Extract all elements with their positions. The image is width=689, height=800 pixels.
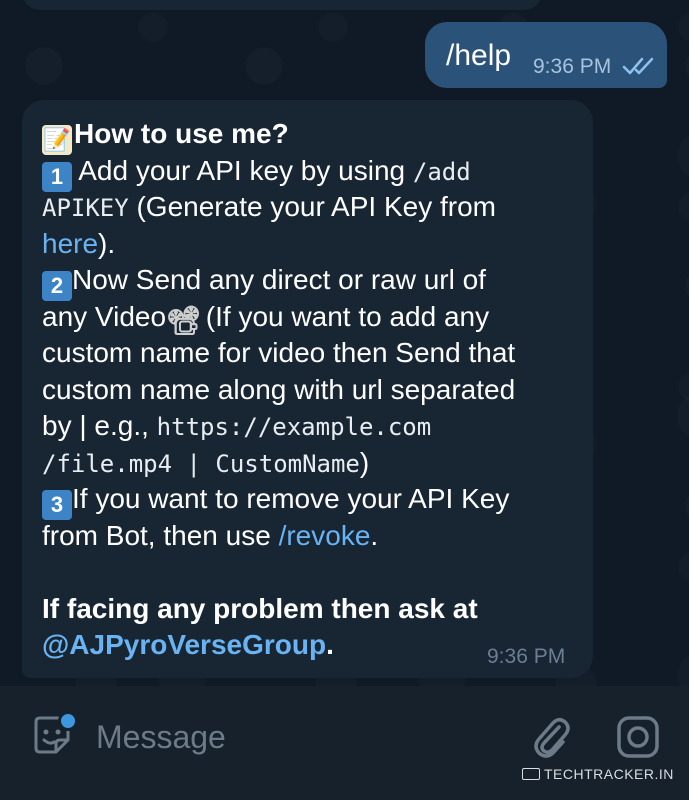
keycap-two-icon: 2: [42, 271, 72, 301]
command-text: /add: [412, 157, 471, 186]
message-text: custom name for video then Send that: [42, 337, 516, 368]
laptop-icon: [522, 768, 540, 780]
memo-icon: 📝: [42, 125, 72, 155]
message-line: by | e.g., https://example.com: [42, 408, 582, 445]
message-text: from Bot, then use: [42, 519, 279, 551]
incoming-message-bubble[interactable]: 📝 How to use me? 1 Add your API key by us…: [22, 100, 593, 678]
message-text: .: [326, 629, 334, 660]
outgoing-message-text: /help: [446, 39, 512, 72]
watermark: TECHTRACKER.IN: [522, 766, 674, 782]
message-text: custom name along with url separated: [42, 373, 516, 405]
message-line: from Bot, then use /revoke.: [42, 518, 582, 555]
previous-message-edge: [22, 0, 542, 10]
message-text: .: [370, 519, 379, 551]
message-text: ): [359, 446, 370, 478]
code-text: https://example.com: [156, 413, 432, 441]
camera-icon[interactable]: [614, 713, 662, 761]
message-line: any Video📽 (If you want to add any: [42, 299, 582, 336]
keycap-one-icon: 1: [42, 161, 72, 192]
group-mention-link[interactable]: @AJPyroVerseGroup: [42, 629, 326, 660]
message-line: 📝 How to use me?: [42, 116, 582, 155]
code-text: /file.mp4 | CustomName: [42, 449, 360, 478]
notification-dot: [58, 711, 78, 731]
revoke-command-link[interactable]: /revoke: [279, 520, 371, 551]
message-text: any Video: [42, 300, 167, 332]
message-text: If facing any problem then ask at: [42, 592, 478, 624]
outgoing-message-time: 9:36 PM: [533, 55, 612, 78]
outgoing-message-bubble[interactable]: /help 9:36 PM: [425, 22, 667, 88]
message-line: /file.mp4 | CustomName): [42, 445, 582, 482]
message-text: If you want to remove your API Key: [72, 483, 510, 514]
message-line: 1 Add your API key by using /add: [42, 153, 582, 192]
message-heading: How to use me?: [74, 118, 289, 149]
here-link[interactable]: here: [42, 228, 98, 259]
message-text: (Generate your API Key from: [128, 191, 496, 222]
message-line: custom name along with url separated: [42, 372, 582, 409]
keycap-three-icon: 3: [42, 490, 72, 520]
message-line: custom name for video then Send that: [42, 335, 582, 372]
message-line: APIKEY (Generate your API Key from: [42, 189, 582, 226]
incoming-message-body: 📝 How to use me? 1 Add your API key by us…: [42, 116, 582, 664]
double-check-icon: [622, 57, 654, 75]
message-line: 3 If you want to remove your API Key: [42, 481, 582, 520]
message-text: ).: [98, 227, 116, 259]
message-text: Now Send any direct or raw url of: [72, 264, 486, 295]
message-line: If facing any problem then ask at: [42, 591, 582, 628]
watermark-text: TECHTRACKER.IN: [544, 766, 674, 782]
message-line: 2 Now Send any direct or raw url of: [42, 262, 582, 301]
film-projector-icon: 📽: [166, 304, 202, 336]
message-line: here).: [42, 226, 582, 263]
incoming-message-time: 9:36 PM: [487, 645, 566, 668]
message-text: by | e.g.,: [42, 410, 157, 441]
attach-icon[interactable]: [529, 713, 573, 761]
command-text: APIKEY: [42, 194, 129, 222]
message-text: Add your API key by using: [72, 154, 413, 186]
message-text: (If you want to add any: [198, 300, 490, 332]
message-input[interactable]: Message: [96, 719, 226, 756]
